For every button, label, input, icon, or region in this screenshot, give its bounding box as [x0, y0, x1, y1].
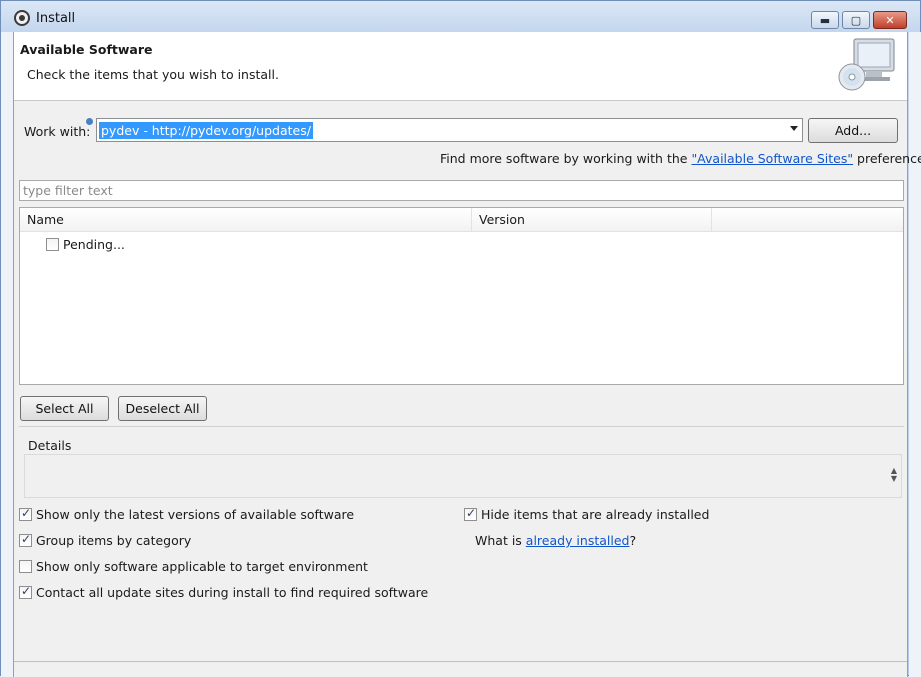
filter-input[interactable]: type filter text: [19, 180, 904, 201]
show-latest-checkbox[interactable]: [19, 506, 32, 521]
show-applicable-label: Show only software applicable to target …: [36, 559, 368, 574]
details-separator: [19, 426, 904, 427]
chevron-down-icon[interactable]: [790, 126, 798, 131]
close-button[interactable]: ✕: [873, 11, 907, 29]
title-bar[interactable]: Install ▬ ▢ ✕: [1, 1, 920, 33]
option-hide-installed[interactable]: Hide items that are already installed: [464, 506, 710, 522]
option-group-by-category[interactable]: Group items by category: [19, 532, 192, 548]
page-description: Check the items that you wish to install…: [27, 67, 279, 82]
find-more-prefix: Find more software by working with the: [440, 151, 692, 166]
minimize-icon: ▬: [819, 13, 831, 27]
dialog-header: Available Software Check the items that …: [14, 32, 907, 101]
option-show-latest[interactable]: Show only the latest versions of availab…: [19, 506, 355, 522]
available-software-sites-link[interactable]: "Available Software Sites": [691, 151, 853, 166]
maximize-icon: ▢: [850, 13, 862, 27]
column-header-version[interactable]: Version: [472, 208, 712, 232]
minimize-button[interactable]: ▬: [811, 11, 839, 29]
option-show-applicable[interactable]: Show only software applicable to target …: [19, 559, 368, 574]
tree-row[interactable]: Pending...: [46, 236, 125, 252]
eclipse-app-icon: [14, 10, 30, 26]
tree-row-label: Pending...: [63, 236, 125, 252]
info-icon: [86, 118, 93, 125]
work-with-label: Work with:: [24, 124, 91, 139]
contact-update-sites-label: Contact all update sites during install …: [36, 585, 429, 600]
column-header-name[interactable]: Name: [20, 208, 472, 232]
group-by-category-label: Group items by category: [36, 533, 192, 548]
details-label: Details: [28, 438, 72, 453]
find-more-suffix: preferences.: [857, 151, 921, 166]
contact-update-sites-checkbox[interactable]: [19, 584, 32, 599]
work-with-combo[interactable]: pydev - http://pydev.org/updates/: [96, 118, 803, 142]
close-icon: ✕: [885, 13, 895, 27]
window-title: Install: [36, 11, 76, 26]
software-tree[interactable]: Name Version Pending...: [19, 207, 904, 385]
tree-header: Name Version: [20, 208, 903, 232]
hide-installed-label: Hide items that are already installed: [481, 507, 710, 522]
pending-checkbox[interactable]: [46, 237, 59, 251]
add-site-button[interactable]: Add...: [808, 118, 898, 143]
already-installed-link[interactable]: already installed: [526, 533, 630, 548]
page-title: Available Software: [20, 42, 153, 57]
install-dialog-window: Install ▬ ▢ ✕ Available Software Check t…: [0, 0, 921, 677]
show-latest-label: Show only the latest versions of availab…: [36, 507, 355, 522]
footer-separator: [14, 661, 907, 662]
maximize-button[interactable]: ▢: [842, 11, 870, 29]
dialog-client-area: Available Software Check the items that …: [13, 32, 921, 677]
select-all-button[interactable]: Select All: [20, 396, 109, 421]
group-by-category-checkbox[interactable]: [19, 532, 32, 547]
what-is-prefix: What is: [475, 533, 526, 548]
find-more-text: Find more software by working with the "…: [440, 151, 921, 166]
details-text-area[interactable]: ▲ ▼: [24, 454, 902, 498]
left-window-border: [1, 32, 13, 677]
work-with-value: pydev - http://pydev.org/updates/: [99, 122, 313, 139]
hide-installed-checkbox[interactable]: [464, 506, 477, 521]
details-scroll-arrows-icon[interactable]: ▲ ▼: [891, 467, 897, 483]
show-applicable-checkbox[interactable]: [19, 560, 32, 573]
cd-monitor-icon: [838, 38, 895, 91]
right-window-border: [909, 32, 921, 677]
option-contact-update-sites[interactable]: Contact all update sites during install …: [19, 584, 429, 600]
what-is-suffix: ?: [629, 533, 637, 548]
deselect-all-button[interactable]: Deselect All: [118, 396, 207, 421]
what-is-installed-text: What is already installed?: [475, 533, 636, 548]
